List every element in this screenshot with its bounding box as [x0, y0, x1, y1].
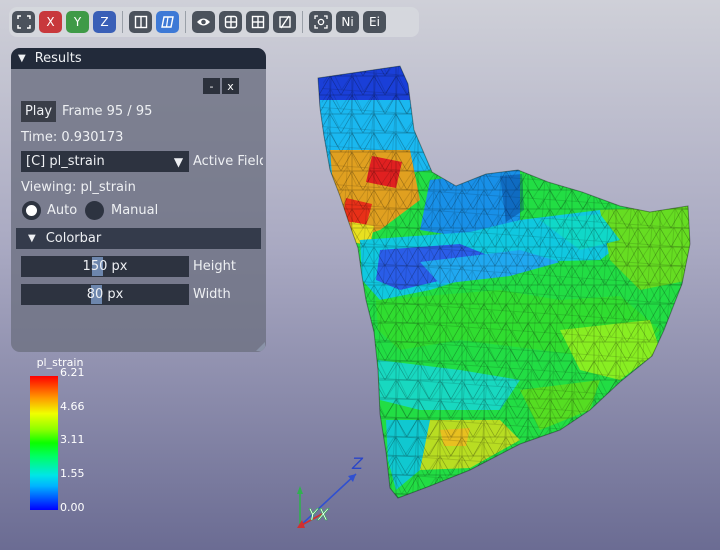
- play-button[interactable]: Play: [21, 101, 56, 122]
- time-readout: Time: 0.930173: [21, 130, 124, 145]
- colorbar-tick: 0.00: [60, 501, 85, 514]
- viewing-text: Viewing: pl_strain: [21, 180, 136, 195]
- axes-triad: Z YX: [297, 454, 364, 528]
- colorbar-width-value: 80 px: [86, 287, 124, 302]
- collapse-triangle-icon[interactable]: ▼: [28, 233, 36, 244]
- results-panel-title: Results: [34, 51, 82, 66]
- colorbar-tick: 1.55: [60, 467, 85, 480]
- results-panel-header[interactable]: ▼ Results: [11, 48, 266, 69]
- colorbar-tick: 4.66: [60, 400, 85, 413]
- colorbar-height-slider[interactable]: 150 px: [21, 256, 189, 277]
- radio-manual-label: Manual: [111, 203, 159, 218]
- colorbar-section-header[interactable]: ▼ Colorbar: [16, 228, 261, 249]
- resize-grip[interactable]: [256, 342, 265, 351]
- collapse-triangle-icon[interactable]: ▼: [18, 53, 26, 64]
- colorbar-width-label: Width: [193, 287, 231, 302]
- frame-counter: Frame 95 / 95: [62, 104, 153, 119]
- colorbar-gradient: [30, 376, 58, 510]
- colorbar-height-label: Height: [193, 259, 236, 274]
- close-button[interactable]: x: [222, 78, 239, 94]
- colorbar-section-label: Colorbar: [45, 231, 102, 246]
- active-field-caption: Active Field: [193, 154, 263, 169]
- colorbar-tick: 6.21: [60, 366, 85, 379]
- radio-auto-label: Auto: [47, 203, 78, 218]
- radio-manual[interactable]: [85, 201, 104, 220]
- results-panel: ▼ Results - x Play Frame 95 / 95 Time: 0…: [11, 48, 266, 352]
- active-field-select[interactable]: [C] pl_strain ▼: [21, 151, 189, 172]
- colorbar-height-value: 150 px: [82, 259, 128, 274]
- axis-yx-label: YX: [308, 505, 330, 524]
- radio-auto[interactable]: [22, 201, 41, 220]
- active-field-value: [C] pl_strain: [26, 154, 105, 169]
- minimize-button[interactable]: -: [203, 78, 220, 94]
- chevron-down-icon[interactable]: ▼: [168, 151, 189, 172]
- colorbar-width-slider[interactable]: 80 px: [21, 284, 189, 305]
- axis-z-label: Z: [351, 454, 364, 473]
- colorbar-tick: 3.11: [60, 433, 85, 446]
